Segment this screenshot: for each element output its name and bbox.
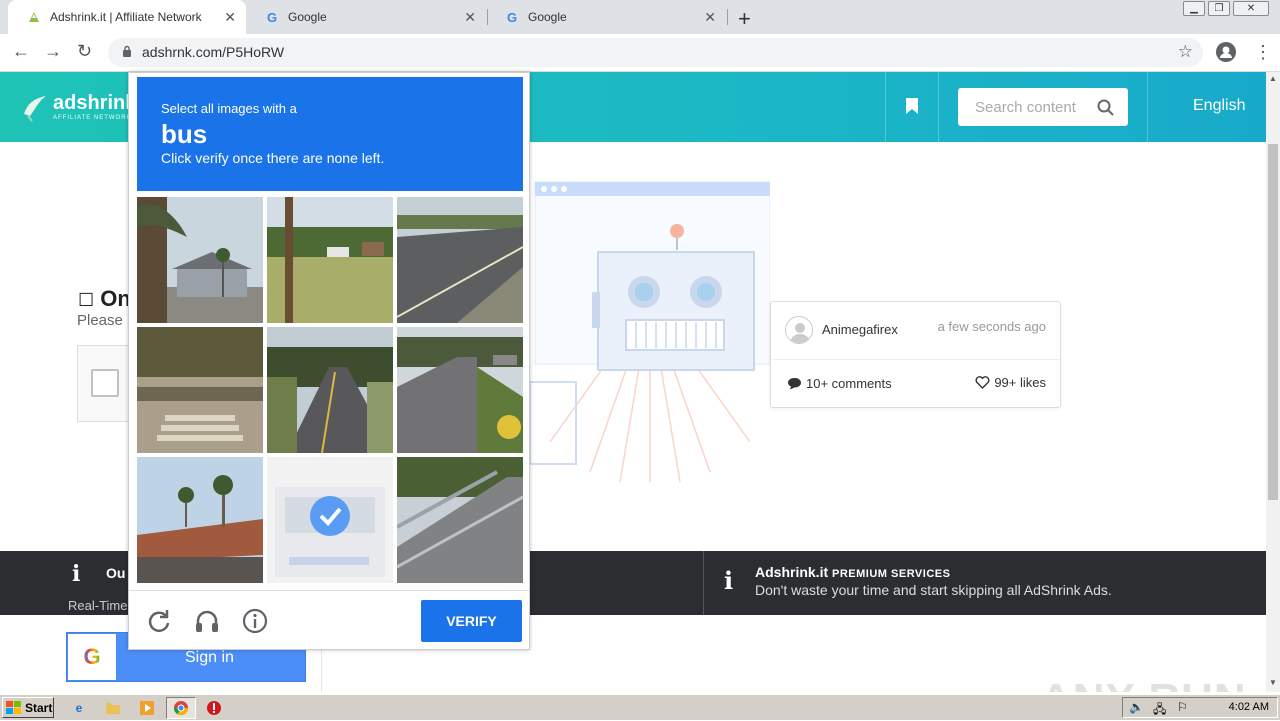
flag-icon[interactable]: ⚐ xyxy=(1177,700,1188,714)
start-button[interactable]: Start xyxy=(2,697,54,718)
header-divider xyxy=(1147,72,1148,142)
captcha-tile-pole-field[interactable] xyxy=(267,197,393,323)
info-icon[interactable] xyxy=(241,607,269,635)
scroll-thumb[interactable] xyxy=(1268,144,1278,500)
divider xyxy=(129,590,529,591)
chrome-taskbar-icon[interactable] xyxy=(166,697,196,719)
back-arrow-icon[interactable]: ← xyxy=(12,41,30,62)
close-tab-icon[interactable]: ✕ xyxy=(224,9,236,26)
start-label: Start xyxy=(25,700,53,715)
avatar xyxy=(785,316,813,344)
language-selector[interactable]: English xyxy=(1193,97,1245,115)
post-card: Animegafirex a few seconds ago 10+ comme… xyxy=(770,301,1061,408)
captcha-header: Select all images with a bus Click verif… xyxy=(137,77,523,191)
lock-icon xyxy=(123,45,131,57)
audio-challenge-icon[interactable] xyxy=(193,607,221,635)
close-tab-icon[interactable]: ✕ xyxy=(464,9,476,26)
ie-icon[interactable]: e xyxy=(70,699,88,717)
premium-title[interactable]: Adshrink.it PREMIUM SERVICES xyxy=(755,564,950,580)
search-placeholder: Search content xyxy=(975,99,1076,116)
captcha-hint: Click verify once there are none left. xyxy=(161,150,385,166)
tab-separator xyxy=(727,9,728,25)
banner-left-title: Ou xyxy=(106,565,126,581)
close-tab-icon[interactable]: ✕ xyxy=(704,9,716,26)
info-icon: i xyxy=(72,561,81,587)
captcha-tile-steps-bush[interactable] xyxy=(137,327,263,453)
tab-google-2[interactable]: G Google ✕ xyxy=(486,0,726,34)
forward-arrow-icon[interactable]: → xyxy=(44,41,62,62)
address-bar[interactable]: adshrnk.com/P5HoRW ☆ xyxy=(108,38,1203,67)
tab-adshrink[interactable]: Adshrink.it | Affiliate Network ✕ xyxy=(8,0,246,34)
url-text: adshrnk.com/P5HoRW xyxy=(142,44,285,60)
header-divider xyxy=(885,72,886,142)
captcha-challenge: Select all images with a bus Click verif… xyxy=(128,72,530,650)
page-subtitle-fragment: Please xyxy=(77,312,123,329)
logo-subtitle: AFFILIATE NETWORK xyxy=(53,115,132,121)
profile-icon[interactable] xyxy=(1216,42,1236,62)
tab-title: Google xyxy=(288,10,327,24)
anyrun-watermark: ANY RUN xyxy=(1040,675,1247,692)
google-g-icon: G xyxy=(68,634,116,680)
comments-count[interactable]: 10+ comments xyxy=(787,376,892,391)
search-input[interactable]: Search content xyxy=(958,88,1128,126)
google-favicon-icon: G xyxy=(506,9,518,25)
page-scrollbar[interactable]: ▲ ▼ xyxy=(1266,72,1280,692)
premium-subtitle: Don't waste your time and start skipping… xyxy=(755,582,1112,598)
browser-toolbar: ← → ↻ adshrnk.com/P5HoRW ☆ ⋮ xyxy=(0,34,1280,72)
close-window-icon[interactable]: ✕ xyxy=(1233,1,1269,16)
tab-google-1[interactable]: G Google ✕ xyxy=(246,0,486,34)
divider xyxy=(771,359,1060,360)
windows-logo-icon xyxy=(6,700,21,714)
info-icon: i xyxy=(724,566,734,595)
minimize-window-icon[interactable]: ▁ xyxy=(1183,1,1205,16)
logo-bird-icon xyxy=(22,92,48,127)
captcha-tile-palm-house[interactable] xyxy=(137,197,263,323)
google-favicon-icon: G xyxy=(266,9,278,25)
captcha-tile-bridge-road[interactable] xyxy=(397,457,523,583)
captcha-tile-road-lot[interactable] xyxy=(397,197,523,323)
captcha-instruction: Select all images with a xyxy=(161,101,297,116)
reload-icon[interactable]: ↻ xyxy=(77,41,92,62)
folder-icon[interactable] xyxy=(104,699,122,717)
volume-icon[interactable]: 🔈 xyxy=(1129,700,1144,714)
restore-window-icon[interactable]: ❐ xyxy=(1208,1,1230,16)
page-title-fragment: ☐ On xyxy=(78,286,131,311)
menu-dots-icon[interactable]: ⋮ xyxy=(1254,42,1272,63)
captcha-tile-road-trees[interactable] xyxy=(267,327,393,453)
adshrink-favicon-icon xyxy=(26,9,42,25)
search-icon[interactable] xyxy=(1097,99,1114,116)
verify-button[interactable]: VERIFY xyxy=(421,600,522,642)
signin-label: Sign in xyxy=(185,649,234,666)
system-tray: 🔈 🖧 ⚐ 4:02 AM xyxy=(1122,697,1278,718)
tab-title: Google xyxy=(528,10,567,24)
bookmark-star-icon[interactable]: ☆ xyxy=(1178,42,1193,62)
banner-divider xyxy=(703,551,704,615)
network-icon[interactable]: 🖧 xyxy=(1153,700,1166,721)
new-tab-icon[interactable]: + xyxy=(738,6,751,32)
scroll-up-icon[interactable]: ▲ xyxy=(1269,74,1277,83)
captcha-tile-roof-palms[interactable] xyxy=(137,457,263,583)
captcha-tile-bus[interactable] xyxy=(267,457,393,583)
robot-illustration xyxy=(530,142,770,552)
stop-icon[interactable] xyxy=(205,699,223,717)
browser-tabstrip: Adshrink.it | Affiliate Network ✕ G Goog… xyxy=(0,0,1280,34)
banner-left-subtitle: Real-Time xyxy=(68,598,128,613)
post-time: a few seconds ago xyxy=(937,319,1046,334)
taskbar: Start e 🔈 🖧 ⚐ 4:02 AM xyxy=(0,694,1280,720)
tab-title: Adshrink.it | Affiliate Network xyxy=(50,10,202,24)
heart-icon xyxy=(975,376,990,389)
header-divider xyxy=(938,72,939,142)
reload-challenge-icon[interactable] xyxy=(145,607,173,635)
comment-icon xyxy=(788,378,801,390)
likes-count[interactable]: 99+ likes xyxy=(975,375,1046,390)
bookmark-icon[interactable] xyxy=(905,97,919,115)
scroll-down-icon[interactable]: ▼ xyxy=(1269,678,1277,687)
captcha-target: bus xyxy=(161,119,208,149)
post-author[interactable]: Animegafirex xyxy=(822,322,898,337)
media-player-icon[interactable] xyxy=(138,699,156,717)
captcha-tile-street-median[interactable] xyxy=(397,327,523,453)
clock: 4:02 AM xyxy=(1228,701,1269,713)
recaptcha-checkbox[interactable] xyxy=(91,369,119,397)
